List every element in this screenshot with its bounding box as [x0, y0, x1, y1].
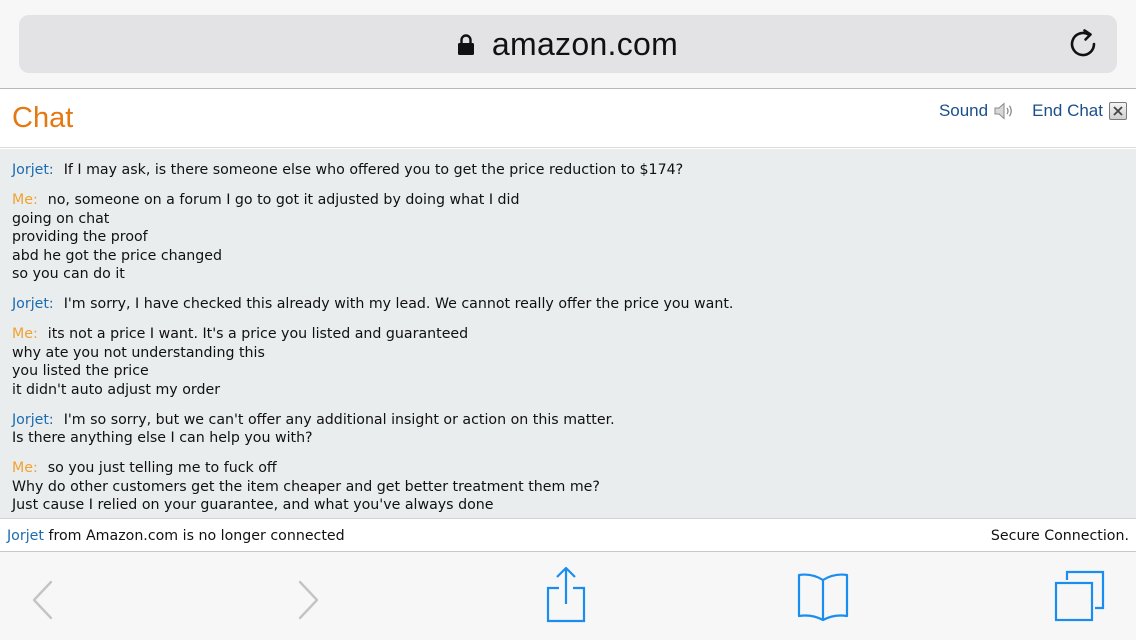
chat-message: Jorjet: I'm sorry, I have checked this al…: [12, 295, 1124, 314]
message-author: Me:: [12, 192, 38, 208]
message-author: Me:: [12, 326, 38, 342]
message-text: so you can do it: [12, 266, 125, 282]
url-text: amazon.com: [491, 25, 679, 62]
message-text: going on chat: [12, 210, 110, 227]
tabs-icon[interactable]: [1053, 570, 1107, 628]
message-text: Just cause I relied on your guarantee, a…: [12, 497, 494, 513]
agent-name: Jorjet: [7, 528, 44, 544]
share-icon[interactable]: [545, 566, 587, 628]
browser-address-bar: amazon.com: [0, 0, 1136, 89]
chevron-right-icon[interactable]: [295, 580, 321, 624]
browser-toolbar: [0, 551, 1136, 640]
chat-header: Chat Sound End Chat: [0, 90, 1136, 148]
message-text: you listed the price: [12, 363, 149, 379]
chat-status-bar: Jorjet from Amazon.com is no longer conn…: [0, 518, 1136, 551]
chat-controls: Sound End Chat: [939, 101, 1127, 121]
secure-connection-label: Secure Connection.: [990, 528, 1129, 544]
message-text: it didn't auto adjust my order: [12, 381, 221, 398]
message-text: abd he got the price changed: [12, 247, 223, 264]
message-text: providing the proof: [12, 229, 148, 245]
message-text: so you just telling me to fuck off: [47, 460, 277, 476]
disconnected-text: from Amazon.com is no longer connected: [43, 528, 345, 544]
book-icon[interactable]: [796, 572, 850, 626]
chat-message: Jorjet: If I may ask, is there someone el…: [12, 161, 1124, 180]
message-text: no, someone on a forum I go to got it ad…: [47, 192, 520, 208]
chat-message: Me: no, someone on a forum I go to got it…: [12, 191, 1124, 284]
message-text: I'm sorry, I have checked this already w…: [63, 296, 734, 312]
message-text: Why do other customers get the item chea…: [12, 478, 600, 495]
message-text: why ate you not understanding this: [12, 344, 265, 361]
message-author: Me:: [12, 460, 38, 476]
chevron-left-icon[interactable]: [30, 580, 56, 624]
connection-status: Jorjet from Amazon.com is no longer conn…: [7, 528, 345, 544]
chat-message: Me: its not a price I want. It's a price …: [12, 325, 1124, 399]
message-text: its not a price I want. It's a price you…: [47, 326, 469, 342]
message-author: Jorjet:: [12, 162, 54, 178]
end-chat-link[interactable]: End Chat: [1032, 101, 1103, 121]
message-text: I'm so sorry, but we can't offer any add…: [63, 411, 615, 428]
message-author: Jorjet:: [12, 411, 54, 428]
chat-message: Jorjet: I'm so sorry, but we can't offer …: [12, 411, 1124, 448]
message-author: Jorjet:: [12, 296, 54, 312]
message-text: Is there anything else I can help you wi…: [12, 430, 313, 446]
message-text: If I may ask, is there someone else who …: [63, 162, 684, 178]
speaker-icon[interactable]: [994, 102, 1016, 120]
chat-title: Chat: [12, 102, 74, 134]
reload-icon[interactable]: [1069, 28, 1101, 60]
chat-transcript[interactable]: Jorjet: If I may ask, is there someone el…: [0, 149, 1136, 518]
close-icon[interactable]: [1109, 102, 1127, 120]
lock-icon: [457, 34, 474, 55]
url-field[interactable]: amazon.com: [19, 15, 1117, 73]
sound-link[interactable]: Sound: [939, 101, 988, 121]
chat-message: Me: so you just telling me to fuck off Wh…: [12, 459, 1124, 515]
